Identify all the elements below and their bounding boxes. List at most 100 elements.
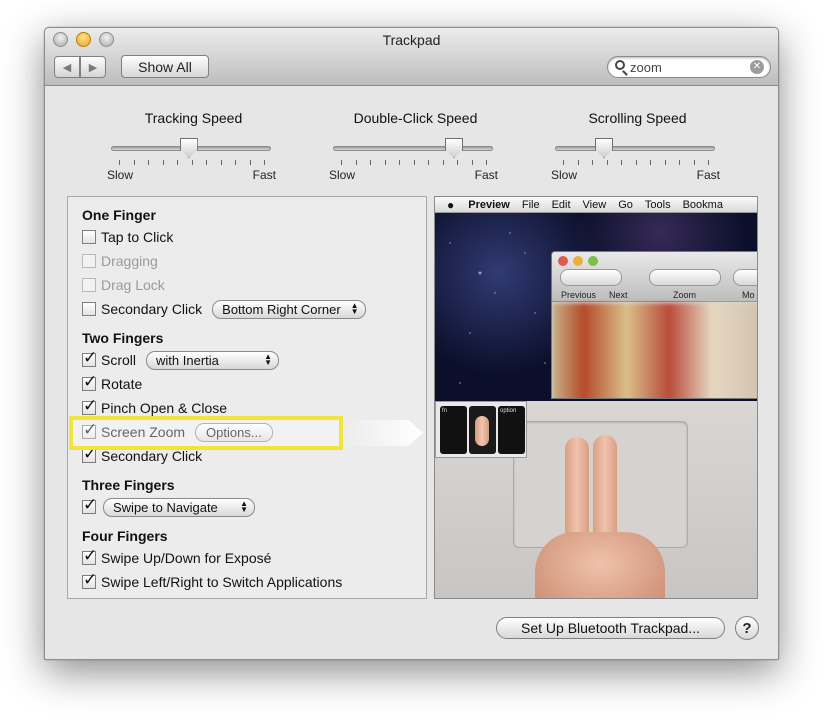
slider-tick	[442, 160, 444, 165]
option-key: option	[498, 406, 525, 454]
slider-tick	[679, 160, 680, 165]
slider-tick	[341, 160, 342, 165]
close-dot-icon	[558, 256, 568, 266]
apple-icon: ●	[447, 197, 455, 212]
swipe-leftright-checkbox[interactable]	[82, 570, 97, 590]
three-finger-swipe-row[interactable]: Swipe to Navigate ▲▼	[82, 495, 255, 517]
dragging-checkbox	[82, 254, 96, 268]
slider-tick	[119, 160, 120, 165]
window-title: Trackpad	[382, 32, 441, 48]
fast-label: Fast	[252, 168, 276, 182]
slider-tick	[621, 160, 622, 165]
slider-tick	[428, 160, 429, 165]
rotate-label: Rotate	[101, 376, 143, 392]
tap-to-click-checkbox[interactable]	[82, 230, 96, 244]
double-click-speed-thumb[interactable]	[445, 138, 463, 158]
slider-tick	[148, 160, 149, 165]
menu-item: Tools	[644, 198, 671, 211]
swipe-updown-row[interactable]: Swipe Up/Down for Exposé	[82, 546, 272, 568]
menu-item: Bookma	[682, 198, 723, 211]
gesture-preview: ● Preview File Edit View Go Tools Bookma…	[434, 196, 758, 599]
slider-tick	[191, 160, 193, 165]
drag-lock-row: Drag Lock	[82, 275, 165, 295]
zoom-control	[649, 269, 721, 286]
scroll-row[interactable]: Scroll with Inertia ▲▼	[82, 348, 280, 370]
rotate-row[interactable]: Rotate	[82, 372, 143, 394]
slider-tick	[471, 160, 473, 165]
slider-tick	[249, 160, 251, 165]
popup-value: with Inertia	[156, 352, 219, 368]
clear-search-icon[interactable]: ✕	[750, 60, 764, 74]
back-arrow-icon: ◀	[62, 61, 72, 74]
search-field[interactable]: ✕	[607, 56, 771, 78]
tap-to-click-row[interactable]: Tap to Click	[82, 227, 173, 247]
swipe-updown-label: Swipe Up/Down for Exposé	[101, 550, 272, 566]
popup-value: Swipe to Navigate	[113, 499, 218, 515]
search-input[interactable]	[630, 59, 748, 75]
slider-title: Double-Click Speed	[353, 110, 478, 126]
rotate-checkbox[interactable]	[82, 372, 97, 392]
one-finger-heading: One Finger	[82, 207, 156, 223]
trackpad-preferences-window: Trackpad ◀ ▶ Show All ✕ Tracking Speed S…	[44, 27, 779, 660]
slow-label: Slow	[107, 168, 134, 182]
back-button[interactable]: ◀	[54, 56, 80, 78]
slider-tick	[606, 160, 608, 165]
drag-lock-checkbox	[82, 278, 96, 292]
fast-label: Fast	[696, 168, 720, 182]
show-all-button[interactable]: Show All	[121, 55, 209, 78]
tracking-speed-slider-group: Tracking Speed Slow Fast	[107, 110, 276, 182]
setup-bluetooth-trackpad-button[interactable]: Set Up Bluetooth Trackpad...	[496, 617, 725, 639]
secondary-click-label: Secondary Click	[101, 301, 203, 317]
popup-arrows-icon: ▲ ▼	[240, 499, 248, 514]
forward-arrow-icon: ▶	[88, 61, 98, 74]
drag-lock-label: Drag Lock	[101, 277, 165, 293]
three-finger-swipe-checkbox[interactable]	[82, 495, 97, 515]
pinch-row[interactable]: Pinch Open & Close	[82, 396, 228, 418]
secondary-click-one-finger-row[interactable]: Secondary Click Bottom Right Corner ▲ ▼	[82, 299, 366, 319]
preview-menubar: ● Preview File Edit View Go Tools Bookma	[435, 197, 757, 213]
slider-title: Tracking Speed	[144, 110, 243, 126]
slider-tick	[457, 160, 458, 165]
dragging-row: Dragging	[82, 251, 158, 271]
scrolling-speed-slider-group: Scrolling Speed Slow Fast	[551, 110, 720, 182]
scrolling-speed-thumb[interactable]	[595, 138, 613, 158]
slider-tick	[206, 160, 207, 165]
slider-tick	[708, 160, 709, 165]
double-click-speed-track[interactable]	[333, 146, 493, 151]
pinch-checkbox[interactable]	[82, 396, 97, 416]
finger	[593, 435, 617, 547]
slider-tick	[370, 160, 371, 165]
swipe-updown-checkbox[interactable]	[82, 546, 97, 566]
swipe-leftright-label: Swipe Left/Right to Switch Applications	[101, 574, 343, 590]
toolbar-label: Zoom	[673, 290, 697, 300]
secondary-click-corner-popup[interactable]: Bottom Right Corner ▲ ▼	[212, 299, 366, 319]
secondary-click-checkbox[interactable]	[82, 302, 96, 316]
pinch-label: Pinch Open & Close	[101, 400, 228, 416]
minimize-dot-icon	[573, 256, 583, 266]
slider-tick	[220, 160, 222, 165]
secondary-click-two-finger-checkbox[interactable]	[82, 444, 97, 464]
tracking-speed-thumb[interactable]	[179, 138, 198, 158]
dragging-label: Dragging	[101, 253, 158, 269]
scrolling-speed-track[interactable]	[555, 146, 715, 151]
four-fingers-heading: Four Fingers	[82, 528, 168, 544]
help-button[interactable]: ?	[735, 616, 759, 640]
slow-label: Slow	[329, 168, 356, 182]
slider-tick	[563, 160, 564, 165]
swipe-leftright-row[interactable]: Swipe Left/Right to Switch Applications	[82, 570, 343, 592]
prev-next-control	[560, 269, 622, 286]
menu-item: File	[521, 198, 540, 211]
scroll-checkbox[interactable]	[82, 348, 97, 368]
scroll-inertia-popup[interactable]: with Inertia ▲ ▼	[146, 350, 280, 370]
slider-title: Scrolling Speed	[588, 110, 687, 126]
preview-app-window: Previous Next Zoom Mo	[551, 251, 757, 399]
keyboard-keys: fn option	[435, 401, 527, 458]
screen-zoom-highlight	[69, 416, 343, 450]
menu-item: View	[582, 198, 607, 211]
swipe-navigate-popup[interactable]: Swipe to Navigate ▲ ▼	[103, 497, 255, 517]
fn-key: fn	[440, 406, 467, 454]
forward-button[interactable]: ▶	[80, 56, 106, 78]
gestures-panel: One Finger Tap to Click Dragging Drag Lo…	[67, 196, 427, 599]
toolbar-label: Previous	[561, 290, 597, 300]
slider-tick	[592, 160, 593, 165]
